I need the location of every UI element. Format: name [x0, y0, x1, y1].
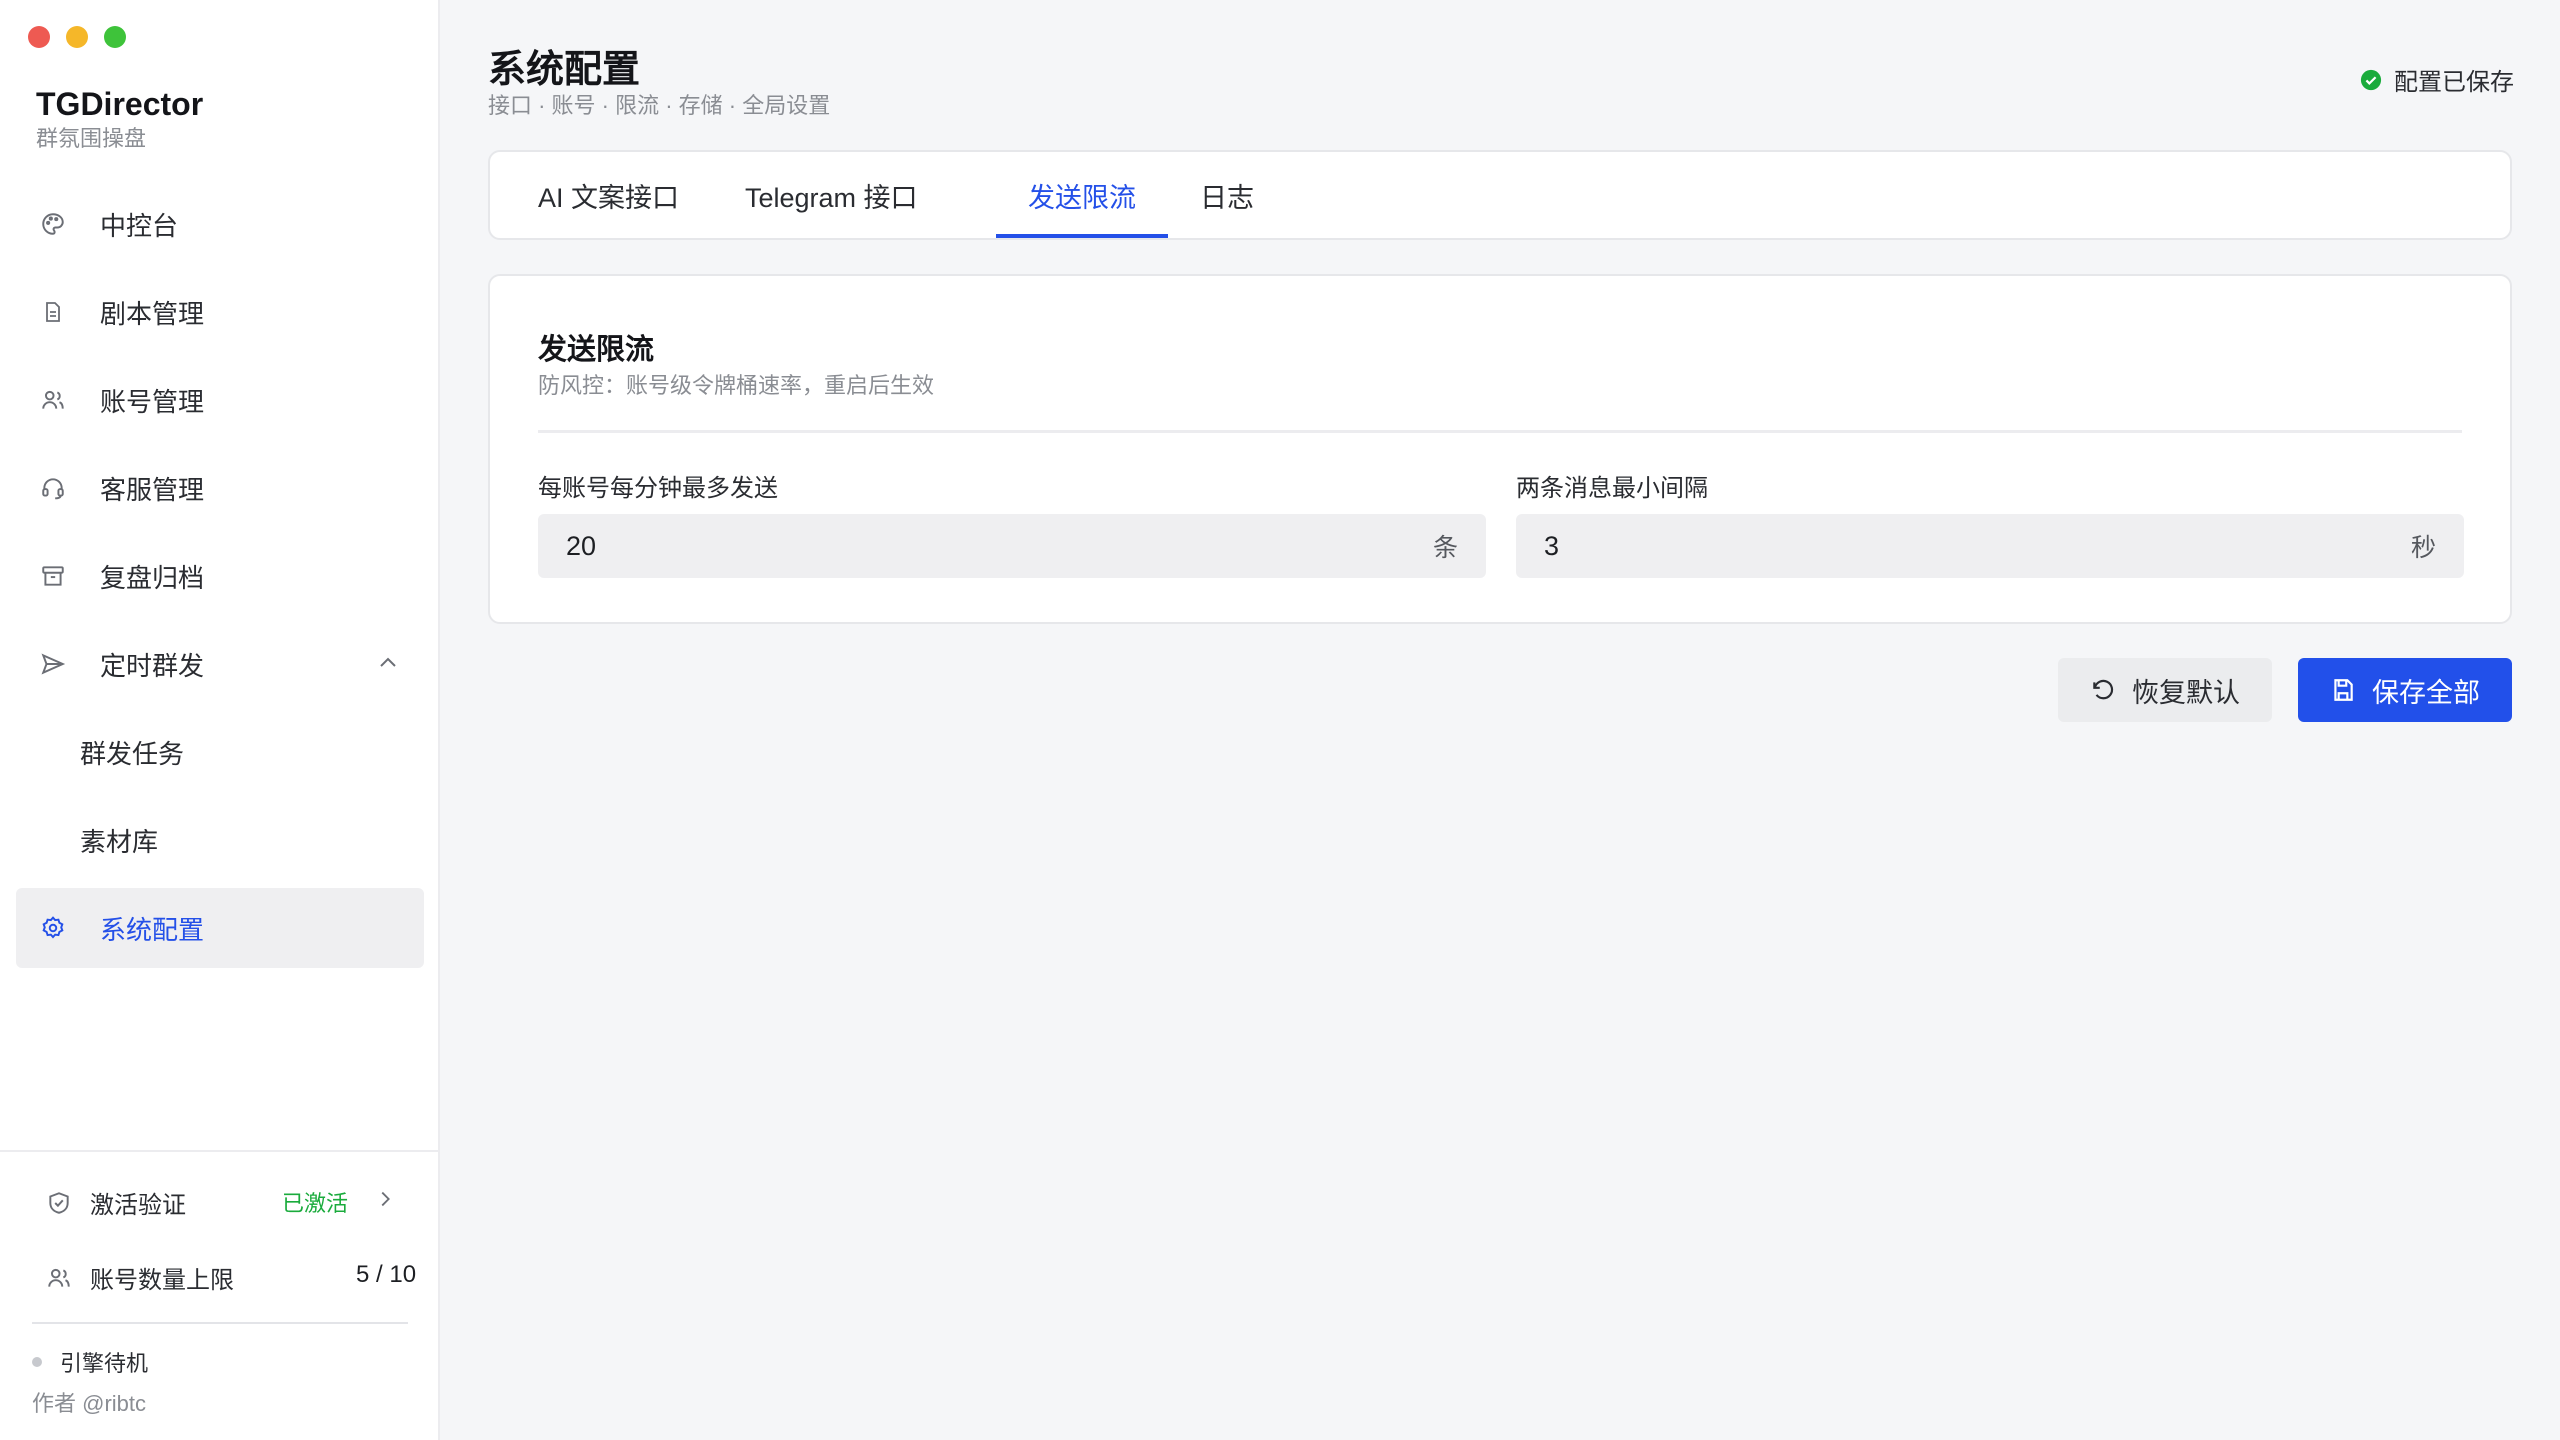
sidebar-item-label: 客服管理	[100, 474, 205, 505]
restore-defaults-label: 恢复默认	[2132, 677, 2240, 708]
sidebar-item-label: 复盘归档	[100, 562, 205, 593]
tab-send-rate-limit[interactable]: 发送限流	[996, 152, 1168, 238]
maximize-window-button[interactable]	[104, 26, 126, 48]
engine-status: 引擎待机	[32, 1346, 148, 1378]
document-icon	[38, 297, 68, 327]
sidebar-item-materials[interactable]: 素材库	[16, 800, 424, 880]
tab-ai-copy-api[interactable]: AI 文案接口	[538, 152, 679, 238]
per-minute-unit: 条	[1432, 534, 1458, 562]
save-icon	[2330, 677, 2356, 703]
min-interval-input[interactable]: 3 秒	[1516, 514, 2464, 578]
sidebar-item-accounts[interactable]: 账号管理	[16, 360, 424, 440]
min-interval-value[interactable]: 3	[1544, 531, 1559, 562]
min-interval-unit: 秒	[2410, 534, 2436, 562]
shield-icon	[44, 1188, 74, 1218]
min-interval-label: 两条消息最小间隔	[1516, 475, 1708, 502]
users-icon	[38, 385, 68, 415]
chevron-right-icon[interactable]	[374, 1186, 396, 1219]
account-limit-value: 5 / 10	[356, 1261, 417, 1288]
saved-status-label: 配置已保存	[2394, 69, 2514, 96]
page-subtitle: 接口 · 账号 · 限流 · 存储 · 全局设置	[488, 93, 831, 118]
save-all-button[interactable]: 保存全部	[2298, 658, 2512, 722]
account-limit-row: 账号数量上限	[44, 1260, 234, 1295]
rate-limit-card: 发送限流 防风控：账号级令牌桶速率，重启后生效 每账号每分钟最多发送 20 条 …	[488, 274, 2512, 624]
users-icon	[44, 1263, 74, 1293]
author-credit: 作者 @ribtc	[32, 1391, 147, 1416]
window-controls	[28, 26, 126, 48]
brand: TGDirector 群氛围操盘	[36, 84, 203, 154]
app-name: TGDirector	[36, 86, 204, 122]
sidebar-item-scripts[interactable]: 剧本管理	[16, 272, 424, 352]
restore-defaults-button[interactable]: 恢复默认	[2058, 658, 2272, 722]
sidebar-item-archive[interactable]: 复盘归档	[16, 536, 424, 616]
sidebar-item-broadcast-tasks[interactable]: 群发任务	[16, 712, 424, 792]
sidebar: TGDirector 群氛围操盘 中控台 剧本管理 账号管理 客服管理 复盘归档…	[0, 0, 440, 1440]
card-divider	[538, 430, 2462, 433]
sidebar-item-label: 中控台	[100, 210, 179, 241]
check-circle-icon	[2360, 69, 2382, 91]
status-dot	[32, 1357, 42, 1367]
per-minute-value[interactable]: 20	[566, 531, 596, 562]
chevron-up-icon[interactable]	[376, 651, 400, 682]
close-window-button[interactable]	[28, 26, 50, 48]
page-title: 系统配置	[488, 49, 641, 91]
config-tabs: AI 文案接口 Telegram 接口 发送限流 日志	[488, 150, 2512, 240]
card-subtitle: 防风控：账号级令牌桶速率，重启后生效	[538, 373, 935, 398]
activation-label: 激活验证	[90, 1192, 186, 1219]
saved-status: 配置已保存	[2360, 62, 2514, 97]
archive-icon	[38, 561, 68, 591]
sidebar-item-label: 定时群发	[100, 650, 205, 681]
save-all-label: 保存全部	[2372, 677, 2480, 708]
sidebar-item-support[interactable]: 客服管理	[16, 448, 424, 528]
card-title: 发送限流	[538, 334, 655, 366]
palette-icon	[38, 209, 68, 239]
gear-icon	[38, 913, 68, 943]
sidebar-item-label: 群发任务	[80, 738, 185, 769]
headset-icon	[38, 473, 68, 503]
per-minute-label: 每账号每分钟最多发送	[538, 475, 778, 502]
minimize-window-button[interactable]	[66, 26, 88, 48]
tab-logs[interactable]: 日志	[1200, 152, 1254, 238]
sidebar-item-label: 素材库	[80, 826, 159, 857]
activation-status-badge: 已激活	[282, 1191, 349, 1216]
activation-row[interactable]: 激活验证	[44, 1185, 186, 1220]
sidebar-item-label: 剧本管理	[100, 298, 205, 329]
engine-status-label: 引擎待机	[60, 1351, 149, 1376]
sidebar-item-label: 账号管理	[100, 386, 205, 417]
sidebar-item-settings[interactable]: 系统配置	[16, 888, 424, 968]
sidebar-separator	[32, 1322, 408, 1324]
account-limit-label: 账号数量上限	[90, 1267, 234, 1294]
sidebar-item-label: 系统配置	[100, 914, 205, 945]
sidebar-item-dashboard[interactable]: 中控台	[16, 184, 424, 264]
app-subtitle: 群氛围操盘	[36, 126, 147, 151]
tab-telegram-api[interactable]: Telegram 接口	[745, 152, 918, 238]
main-content: 系统配置 接口 · 账号 · 限流 · 存储 · 全局设置 配置已保存 AI 文…	[440, 0, 2560, 1440]
per-minute-input[interactable]: 20 条	[538, 514, 1486, 578]
sidebar-item-scheduled[interactable]: 定时群发	[16, 624, 424, 704]
sidebar-nav: 中控台 剧本管理 账号管理 客服管理 复盘归档 定时群发 群发任务 素材库 系统…	[16, 184, 424, 976]
send-icon	[38, 649, 68, 679]
sidebar-footer-divider	[0, 1150, 440, 1152]
undo-icon	[2090, 677, 2116, 703]
